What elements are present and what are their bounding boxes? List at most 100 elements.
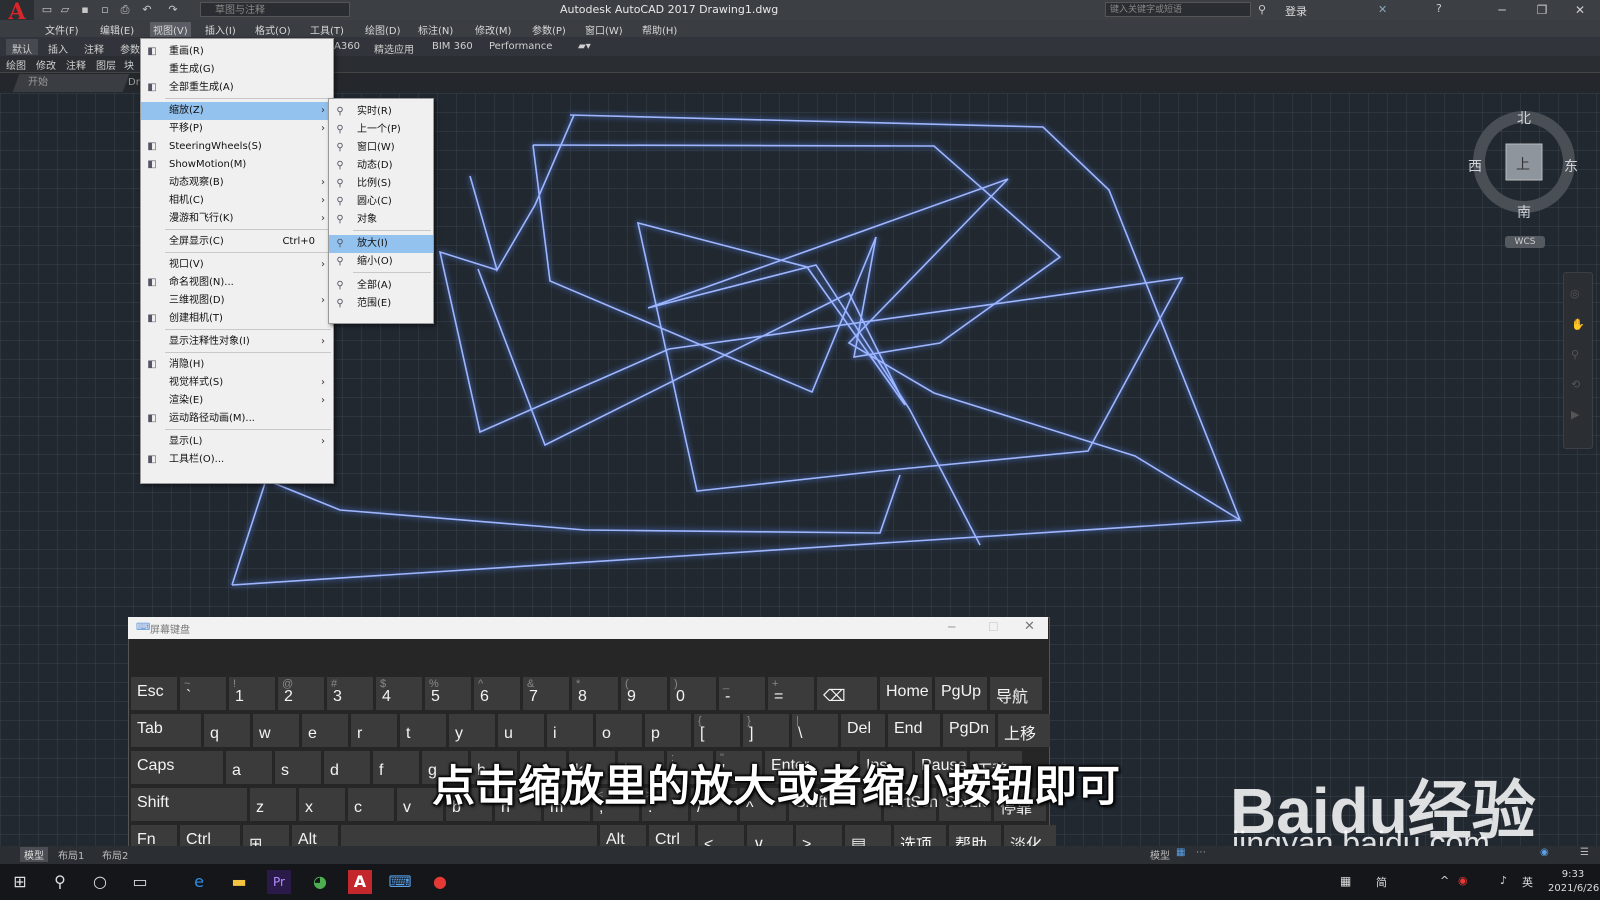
keyboard-maximize-button[interactable]: ☐ (988, 620, 999, 634)
task-view-icon[interactable]: ▭ (128, 870, 152, 894)
new-file-icon[interactable]: ▭ (40, 3, 54, 16)
menu-5[interactable]: 工具(T) (310, 22, 344, 37)
network-icon[interactable]: ▦ (1340, 874, 1351, 888)
key[interactable]: Shift (131, 788, 247, 821)
key[interactable]: r (351, 714, 397, 747)
view-menu-item[interactable]: ◧ 命名视图(N)... (141, 274, 333, 292)
file-tab-drawing[interactable]: Dr (128, 77, 140, 88)
key[interactable]: 导航 (990, 677, 1042, 710)
key[interactable]: 2 @ (278, 677, 324, 710)
tab-layout1[interactable]: 布局1 (58, 847, 84, 862)
menu-10[interactable]: 窗口(W) (585, 22, 623, 37)
view-menu-item[interactable]: ◧ 重画(R) (141, 43, 333, 61)
save-icon[interactable]: ▪ (78, 3, 92, 16)
key[interactable]: - _ (719, 677, 765, 710)
ribbon-tab-parametric[interactable]: 参数 (120, 41, 140, 56)
zoom-menu-item[interactable]: ⚲ 实时(R) (329, 103, 433, 121)
key[interactable]: 上移 (998, 714, 1050, 747)
key[interactable]: 0) (670, 677, 716, 710)
key[interactable]: d (324, 751, 370, 784)
ribbon-tab-a360[interactable]: A360 (334, 41, 360, 52)
view-menu-item[interactable]: 平移(P) › (141, 120, 333, 138)
view-menu-item[interactable]: 相机(C) › (141, 192, 333, 210)
key[interactable]: [{ (694, 714, 740, 747)
key[interactable]: a (226, 751, 272, 784)
steering-wheel-icon[interactable]: ◎ (1570, 287, 1580, 300)
menu-11[interactable]: 帮助(H) (642, 22, 677, 37)
view-menu-item[interactable]: 显示(L) › (141, 433, 333, 451)
key[interactable]: Caps (131, 751, 223, 784)
key[interactable]: Home (880, 677, 932, 710)
undo-icon[interactable]: ↶ (140, 3, 154, 16)
key[interactable]: t (400, 714, 446, 747)
view-menu-item[interactable]: 视口(V) › (141, 256, 333, 274)
search-input[interactable]: 键入关键字或短语 (1105, 2, 1251, 17)
view-menu-item[interactable]: 重生成(G) (141, 61, 333, 79)
zoom-menu-item[interactable]: ⚲ 窗口(W) (329, 139, 433, 157)
customize-icon[interactable]: ◉ (1540, 847, 1549, 858)
search-icon[interactable]: ⚲ (48, 870, 72, 894)
key[interactable]: Tab (131, 714, 201, 747)
view-menu-item[interactable]: 视觉样式(S) › (141, 374, 333, 392)
key[interactable]: 8 * (572, 677, 618, 710)
menu-4[interactable]: 格式(O) (255, 22, 291, 37)
zoom-menu-item[interactable]: ⚲ 全部(A) (329, 277, 433, 295)
zoom-menu-item[interactable]: ⚲ 上一个(P) (329, 121, 433, 139)
key[interactable]: o (596, 714, 642, 747)
key[interactable]: PgDn (943, 714, 995, 747)
view-menu-item[interactable]: 渲染(E) › (141, 392, 333, 410)
file-tab-start[interactable]: 开始 (12, 74, 130, 92)
menu-1[interactable]: 编辑(E) (100, 22, 134, 37)
status-menu-icon[interactable]: ☰ (1580, 847, 1589, 858)
menu-2[interactable]: 视图(V) (150, 22, 191, 37)
close-window-button[interactable]: ✕ (1560, 0, 1600, 20)
ribbon-tab-default[interactable]: 默认 (12, 41, 32, 56)
panel-layers[interactable]: 图层 (96, 57, 116, 72)
premiere-icon[interactable]: Pr (267, 870, 291, 894)
binoculars-icon[interactable]: ⚲ (1258, 3, 1266, 16)
autocad-taskbar-icon[interactable]: A (348, 870, 372, 894)
grid-icon[interactable]: ▦ (1176, 847, 1185, 858)
menu-7[interactable]: 标注(N) (418, 22, 453, 37)
zoom-menu-item[interactable]: ⚲ 缩小(O) (329, 253, 433, 271)
key[interactable]: 9( (621, 677, 667, 710)
login-button[interactable]: 登录 (1285, 3, 1307, 19)
minimize-button[interactable]: ─ (1482, 0, 1522, 20)
cortana-icon[interactable]: ○ (88, 870, 112, 894)
key[interactable]: x (299, 788, 345, 821)
key[interactable]: \ | (792, 714, 838, 747)
recording-tray-icon[interactable]: ◉ (1458, 874, 1468, 887)
view-menu-item[interactable]: ◧ 全部重生成(A) (141, 79, 333, 97)
panel-modify[interactable]: 修改 (36, 57, 56, 72)
pan-icon[interactable]: ✋ (1571, 318, 1585, 331)
key[interactable]: Del (841, 714, 885, 747)
print-icon[interactable]: ⎙ (118, 3, 132, 16)
keyboard-app-icon[interactable]: ⌨ (388, 870, 412, 894)
view-menu-item[interactable]: ◧ 消隐(H) (141, 356, 333, 374)
zoom-menu-item[interactable]: ⚲ 放大(I) (329, 235, 433, 253)
help-icon[interactable]: ? (1436, 2, 1442, 15)
key[interactable]: PgUp (935, 677, 987, 710)
key[interactable]: i (547, 714, 593, 747)
key[interactable]: f (373, 751, 419, 784)
keyboard-minimize-button[interactable]: ─ (948, 620, 955, 634)
menu-3[interactable]: 插入(I) (205, 22, 236, 37)
windows-start-icon[interactable]: ⊞ (8, 870, 32, 894)
ribbon-tab-bim360[interactable]: BIM 360 (432, 41, 473, 52)
menu-9[interactable]: 参数(P) (532, 22, 566, 37)
key[interactable]: ` ~ (180, 677, 226, 710)
tab-layout2[interactable]: 布局2 (102, 847, 128, 862)
tab-model[interactable]: 模型 (20, 847, 48, 862)
keyboard-close-button[interactable]: ✕ (1024, 619, 1035, 634)
key[interactable]: 1! (229, 677, 275, 710)
view-menu-item[interactable]: 缩放(Z) › (141, 102, 333, 120)
key[interactable]: z (250, 788, 296, 821)
key[interactable]: q (204, 714, 250, 747)
zoom-menu-item[interactable]: ⚲ 动态(D) (329, 157, 433, 175)
view-menu-item[interactable]: 全屏显示(C) Ctrl+0 (141, 233, 333, 251)
menu-8[interactable]: 修改(M) (475, 22, 511, 37)
ime-indicator[interactable]: 英 (1522, 874, 1533, 890)
key[interactable]: Esc (131, 677, 177, 710)
zoom-menu-item[interactable]: ⚲ 比例(S) (329, 175, 433, 193)
key[interactable]: 3 # (327, 677, 373, 710)
